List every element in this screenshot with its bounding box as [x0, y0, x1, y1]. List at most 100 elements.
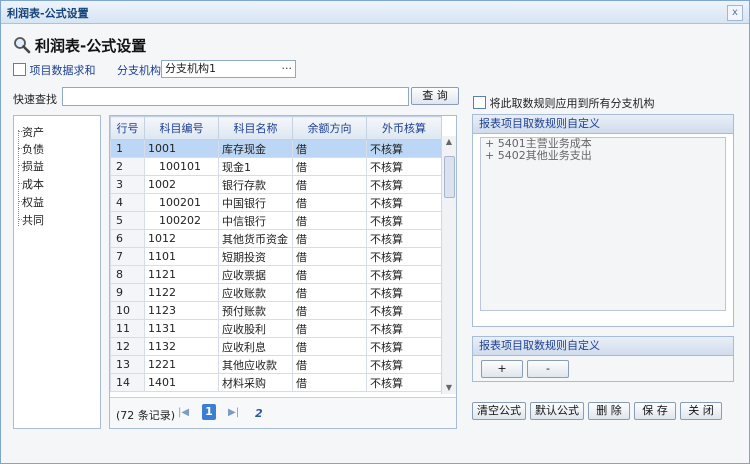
sum-project-data-checkbox[interactable] [13, 63, 26, 76]
table-cell: 1221 [144, 355, 219, 374]
table-cell: 9 [110, 283, 145, 302]
scrollbar-thumb[interactable] [444, 156, 455, 198]
table-row[interactable]: 1 1001 库存现金借不核算 [110, 139, 442, 158]
tree-item[interactable]: 资产 [18, 124, 44, 140]
table-cell: 不核算 [366, 247, 442, 266]
table-cell: 2 [110, 157, 145, 176]
close-icon[interactable]: x [727, 5, 743, 21]
table-cell: 不核算 [366, 157, 442, 176]
page-title: 利润表-公式设置 [13, 35, 146, 56]
tree-item[interactable]: 成本 [18, 176, 44, 192]
table-cell: 6 [110, 229, 145, 248]
first-page-icon[interactable]: |◀ [178, 407, 189, 418]
table-row[interactable]: 6 1012 其他货币资金借不核算 [110, 229, 442, 248]
table-cell: 借 [292, 139, 367, 158]
table-cell: 1123 [144, 301, 219, 320]
table-cell: 100201 [144, 193, 219, 212]
table-cell: 7 [110, 247, 145, 266]
category-tree: 资产 负债 损益 成本 权益 共同 [13, 115, 101, 429]
table-cell: 中国银行 [218, 193, 293, 212]
tree-item[interactable]: 权益 [18, 194, 44, 210]
pagination: (72 条记录) |◀ 1 ▶| 2 [110, 397, 456, 428]
column-header[interactable]: 余额方向 [292, 116, 367, 140]
table-cell: 1401 [144, 373, 219, 392]
table-cell: 5 [110, 211, 145, 230]
table-cell: 不核算 [366, 337, 442, 356]
table-row[interactable]: 3 1002 银行存款借不核算 [110, 175, 442, 194]
table-cell: 不核算 [366, 301, 442, 320]
next-page-icon[interactable]: ▶| [228, 407, 239, 418]
rule-panel: 报表项目取数规则自定义 + 5401主营业务成本 + 5402其他业务支出 [472, 114, 734, 327]
table-cell: 借 [292, 211, 367, 230]
table-row[interactable]: 4 100201 中国银行借不核算 [110, 193, 442, 212]
table-row[interactable]: 5 100202 中信银行借不核算 [110, 211, 442, 230]
tree-item[interactable]: 共同 [18, 212, 44, 228]
table-cell: 借 [292, 337, 367, 356]
branch-select[interactable]: 分支机构1 ··· [161, 60, 296, 78]
remove-rule-button[interactable]: - [527, 360, 569, 378]
scroll-down-icon[interactable]: ▼ [442, 382, 456, 394]
table-cell: 1101 [144, 247, 219, 266]
table-cell: 不核算 [366, 139, 442, 158]
table-row[interactable]: 2 100101 现金1 借不核算 [110, 157, 442, 176]
table-cell: 1121 [144, 265, 219, 284]
table-row[interactable]: 14 1401 材料采购借不核算 [110, 373, 442, 392]
table-row[interactable]: 12 1132 应收利息借不核算 [110, 337, 442, 356]
account-grid: 行号 科目编号 科目名称 余额方向 外币核算 1 1001 库存现金借不核算 2 100101 现… [110, 116, 442, 392]
tree-item[interactable]: 损益 [18, 158, 44, 174]
table-row[interactable]: 9 1122 应收账款借不核算 [110, 283, 442, 302]
table-scrollbar[interactable]: ▲ ▼ [441, 136, 456, 394]
page-1-button[interactable]: 1 [202, 404, 216, 420]
clear-formula-button[interactable]: 清空公式 [472, 402, 526, 420]
rule-item[interactable]: + 5402其他业务支出 [481, 150, 725, 162]
table-row[interactable]: 13 1221 其他应收款借不核算 [110, 355, 442, 374]
scroll-up-icon[interactable]: ▲ [442, 136, 456, 148]
column-header[interactable]: 科目名称 [218, 116, 293, 140]
table-cell: 不核算 [366, 229, 442, 248]
page-2-link[interactable]: 2 [255, 407, 263, 420]
browse-icon[interactable]: ··· [282, 61, 293, 77]
column-header[interactable]: 科目编号 [144, 116, 219, 140]
apply-all-checkbox[interactable] [473, 96, 486, 109]
column-header[interactable]: 外币核算 [366, 116, 442, 140]
table-cell: 材料采购 [218, 373, 293, 392]
table-row[interactable]: 11 1131 应收股利借不核算 [110, 319, 442, 338]
table-cell: 1001 [144, 139, 219, 158]
quick-search-input[interactable] [62, 87, 409, 106]
table-cell: 应收股利 [218, 319, 293, 338]
close-button[interactable]: 关 闭 [680, 402, 722, 420]
table-cell: 借 [292, 301, 367, 320]
table-row[interactable]: 8 1121 应收票据借不核算 [110, 265, 442, 284]
record-count: (72 条记录) [116, 409, 176, 422]
rule-panel-2: 报表项目取数规则自定义 + - [472, 336, 734, 382]
table-cell: 12 [110, 337, 145, 356]
default-formula-button[interactable]: 默认公式 [530, 402, 584, 420]
rule-panel-2-title: 报表项目取数规则自定义 [473, 337, 733, 356]
sum-project-data-option[interactable]: 项目数据求和 [13, 62, 96, 78]
table-cell: 借 [292, 373, 367, 392]
apply-all-option[interactable]: 将此取数规则应用到所有分支机构 [473, 95, 655, 111]
table-cell: 14 [110, 373, 145, 392]
search-button[interactable]: 查 询 [411, 87, 459, 105]
save-button[interactable]: 保 存 [634, 402, 676, 420]
table-cell: 1131 [144, 319, 219, 338]
table-cell: 应收账款 [218, 283, 293, 302]
table-cell: 不核算 [366, 175, 442, 194]
title-bar: 利润表-公式设置 x [1, 1, 749, 24]
table-cell: 1132 [144, 337, 219, 356]
table-cell: 1 [110, 139, 145, 158]
table-cell: 应收利息 [218, 337, 293, 356]
table-cell: 借 [292, 193, 367, 212]
table-cell: 10 [110, 301, 145, 320]
search-icon [14, 37, 31, 54]
table-cell: 100202 [144, 211, 219, 230]
add-rule-button[interactable]: + [481, 360, 523, 378]
delete-button[interactable]: 删 除 [588, 402, 630, 420]
table-cell: 不核算 [366, 265, 442, 284]
formula-settings-window: 利润表-公式设置 x 利润表-公式设置 项目数据求和 分支机构 分支机构1 ··… [0, 0, 750, 464]
table-row[interactable]: 7 1101 短期投资借不核算 [110, 247, 442, 266]
column-header[interactable]: 行号 [110, 116, 145, 140]
table-row[interactable]: 10 1123 预付账款借不核算 [110, 301, 442, 320]
tree-item[interactable]: 负债 [18, 141, 44, 157]
rule-list[interactable]: + 5401主营业务成本 + 5402其他业务支出 [480, 137, 726, 311]
